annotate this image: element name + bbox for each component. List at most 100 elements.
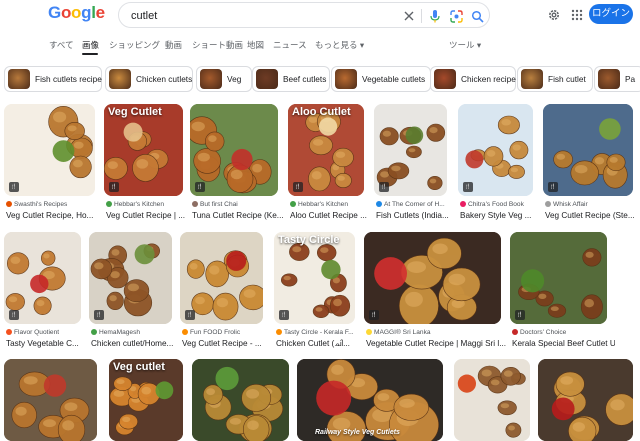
result-source[interactable]: Doctors' Choice xyxy=(512,329,613,336)
tab-images[interactable]: 画像 xyxy=(82,39,99,51)
result-thumbnail[interactable]: 🍴 xyxy=(190,104,278,196)
result-thumbnail[interactable]: 🍴 xyxy=(510,232,607,324)
result-thumbnail[interactable] xyxy=(454,359,530,441)
result-thumbnail[interactable]: 🍴 xyxy=(4,232,81,324)
result-source[interactable]: At The Corner of H... xyxy=(376,201,453,208)
result-thumbnail[interactable] xyxy=(4,359,97,441)
source-name: Tasty Circle - Kerala F... xyxy=(284,329,354,336)
result-source[interactable]: Tasty Circle - Kerala F... xyxy=(276,329,361,336)
recipe-badge-icon: 🍴 xyxy=(195,182,205,192)
clear-icon[interactable] xyxy=(401,8,417,24)
recipe-badge-icon: 🍴 xyxy=(9,182,19,192)
tab-news[interactable]: ニュース xyxy=(273,39,307,51)
tools-button[interactable]: ツール ▾ xyxy=(449,39,481,51)
result-source[interactable]: Whisk Affair xyxy=(545,201,639,208)
result-thumbnail[interactable]: Tasty Circle 🍴 xyxy=(274,232,355,324)
result-thumbnail[interactable]: Aloo Cutlet 🍴 xyxy=(288,104,364,196)
tab-short-videos[interactable]: ショート動画 xyxy=(192,39,243,51)
source-name: MAGGI® Sri Lanka xyxy=(374,329,431,336)
tab-videos[interactable]: 動画 xyxy=(165,39,182,51)
result-title[interactable]: Chicken Cutlet (ചി... xyxy=(276,339,363,349)
recipe-badge-icon: 🍴 xyxy=(109,182,119,192)
source-name: Hebbar's Kitchen xyxy=(298,201,349,208)
logo-letter: G xyxy=(48,3,61,22)
result-thumbnail[interactable]: Railway Style Veg Cutlets xyxy=(297,359,443,441)
result-source[interactable]: Chitra's Food Book xyxy=(460,201,539,208)
thumbnail-overlay-text: Aloo Cutlet xyxy=(292,106,351,118)
related-search-chip[interactable]: Pa xyxy=(594,66,640,92)
related-search-chip[interactable]: Veg xyxy=(196,66,252,92)
result-thumbnail[interactable]: 🍴 xyxy=(458,104,533,196)
lens-icon[interactable] xyxy=(448,8,464,24)
result-thumbnail[interactable]: 🍴 xyxy=(543,104,633,196)
source-name: Hebbar's Kitchen xyxy=(114,201,165,208)
result-source[interactable]: Swasthi's Recipes xyxy=(6,201,101,208)
tab-all[interactable]: すべて xyxy=(49,39,74,51)
recipe-badge-icon: 🍴 xyxy=(293,182,303,192)
result-title[interactable]: Tasty Vegetable C... xyxy=(6,339,89,348)
tab-maps[interactable]: 地図 xyxy=(247,39,264,51)
result-title[interactable]: Tuna Cutlet Recipe (Ke... xyxy=(192,211,286,220)
chip-thumbnail xyxy=(256,69,278,89)
microphone-icon[interactable] xyxy=(427,8,443,24)
result-source[interactable]: Fun FOOD Frolic xyxy=(182,329,269,336)
login-button[interactable]: ログイン xyxy=(589,4,633,24)
result-title[interactable]: Chicken cutlet/Home... xyxy=(91,339,180,348)
related-search-chip[interactable]: Chicken cutlets xyxy=(105,66,193,92)
result-thumbnail[interactable]: 🍴 xyxy=(180,232,263,324)
result-source[interactable]: MAGGI® Sri Lanka xyxy=(366,329,507,336)
result-title[interactable]: Kerala Special Beef Cutlet Using ... xyxy=(512,339,615,348)
result-thumbnail[interactable]: Veg cutlet xyxy=(109,359,183,441)
result-title[interactable]: Veg Cutlet Recipe - ... xyxy=(182,339,271,348)
related-search-chip[interactable]: Chicken recipe xyxy=(430,66,516,92)
result-source[interactable]: But first Chai xyxy=(192,201,284,208)
result-source[interactable]: Flavor Quotient xyxy=(6,329,87,336)
result-thumbnail[interactable] xyxy=(538,359,633,441)
site-favicon-icon xyxy=(366,329,372,335)
thumbnail-overlay-text: Railway Style Veg Cutlets xyxy=(315,429,400,436)
chip-label: Chicken cutlets xyxy=(136,74,193,84)
thumbnail-overlay-text: Tasty Circle xyxy=(278,234,340,246)
result-title[interactable]: Veg Cutlet Recipe | ... xyxy=(106,211,191,220)
search-icon[interactable] xyxy=(469,8,485,24)
result-title[interactable]: Aloo Cutlet Recipe ... xyxy=(290,211,372,220)
result-thumbnail[interactable]: 🍴 xyxy=(374,104,447,196)
result-thumbnail[interactable]: 🍴 xyxy=(4,104,95,196)
result-thumbnail[interactable]: Veg Cutlet 🍴 xyxy=(104,104,183,196)
site-favicon-icon xyxy=(512,329,518,335)
related-search-chip[interactable]: Fish cutlet xyxy=(517,66,593,92)
search-tabs: すべて 画像 ショッピング 動画 ショート動画 地図 ニュース もっと見る ▾ … xyxy=(0,34,640,56)
search-input[interactable] xyxy=(131,7,391,24)
settings-gear-icon[interactable] xyxy=(546,7,562,23)
related-search-chip[interactable]: Vegetable cutlets xyxy=(331,66,431,92)
result-title[interactable]: Veg Cutlet Recipe, Ho... xyxy=(6,211,103,220)
result-thumbnail[interactable] xyxy=(192,359,289,441)
apps-grid-icon[interactable] xyxy=(569,7,585,23)
active-tab-indicator xyxy=(82,53,98,55)
logo-letter: e xyxy=(95,3,105,22)
result-source[interactable]: Hebbar's Kitchen xyxy=(106,201,189,208)
logo-letter: g xyxy=(81,3,92,22)
header: Google ログイン xyxy=(0,0,640,32)
result-title[interactable]: Veg Cutlet Recipe (Ste... xyxy=(545,211,640,220)
source-name: Flavor Quotient xyxy=(14,329,60,336)
result-title[interactable]: Bakery Style Veg ... xyxy=(460,211,541,220)
result-title[interactable]: Fish Cutlets (India... xyxy=(376,211,455,220)
related-search-chip[interactable]: Beef cutlets xyxy=(252,66,330,92)
result-source[interactable]: Hebbar's Kitchen xyxy=(290,201,370,208)
google-logo[interactable]: Google xyxy=(48,3,105,23)
tab-more[interactable]: もっと見る ▾ xyxy=(315,39,364,51)
site-favicon-icon xyxy=(460,201,466,207)
tab-shopping[interactable]: ショッピング xyxy=(109,39,160,51)
result-source[interactable]: HemaMagesh xyxy=(91,329,178,336)
search-box[interactable] xyxy=(118,2,490,28)
chip-thumbnail xyxy=(8,69,30,89)
source-name: Doctors' Choice xyxy=(520,329,567,336)
result-title[interactable]: Vegetable Cutlet Recipe | Maggi Sri l... xyxy=(366,339,509,348)
result-thumbnail[interactable]: 🍴 xyxy=(364,232,501,324)
chip-label: Pa xyxy=(625,74,636,84)
recipe-badge-icon: 🍴 xyxy=(548,182,558,192)
source-name: At The Corner of H... xyxy=(384,201,445,208)
result-thumbnail[interactable]: 🍴 xyxy=(89,232,172,324)
related-search-chip[interactable]: Fish cutlets recipe xyxy=(4,66,102,92)
